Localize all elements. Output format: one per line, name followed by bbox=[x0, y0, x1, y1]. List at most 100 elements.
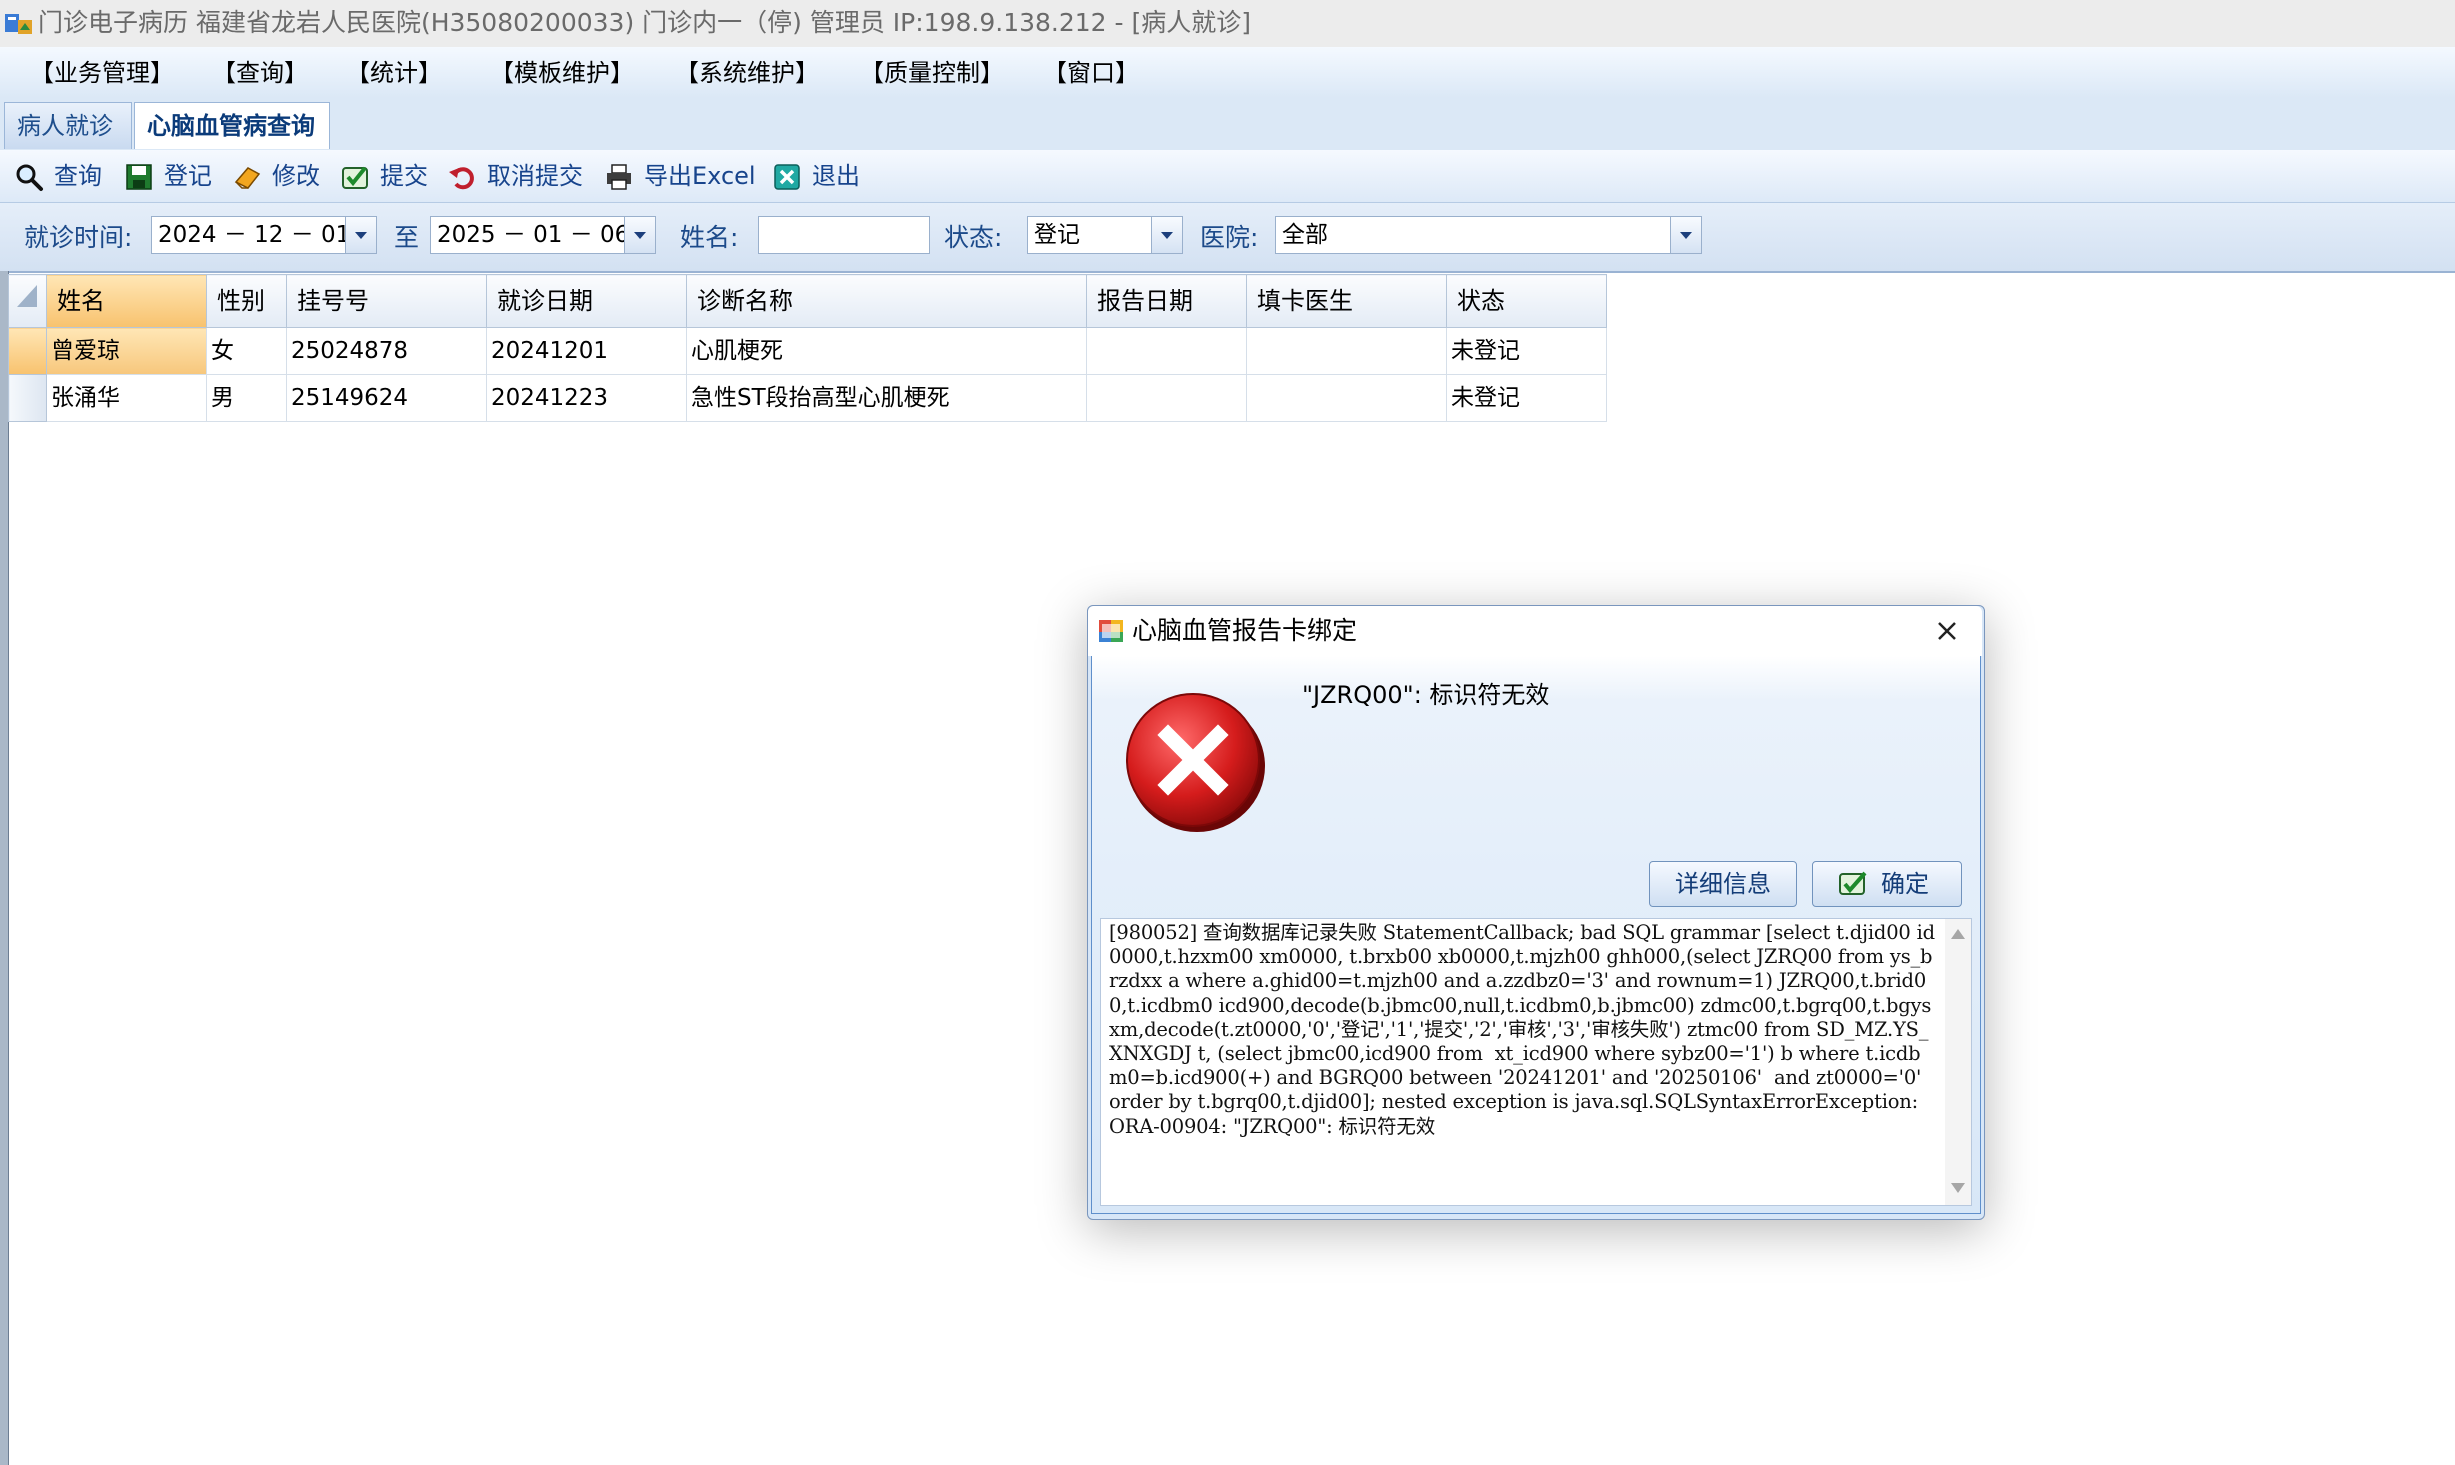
cell-report-date[interactable] bbox=[1086, 374, 1247, 422]
menu-quality[interactable]: 【质量控制】 bbox=[860, 57, 1004, 89]
modify-button[interactable]: 修改 bbox=[232, 156, 332, 196]
date-from-dropdown-icon[interactable] bbox=[345, 217, 376, 253]
col-header-gender[interactable]: 性别 bbox=[206, 274, 287, 328]
magnifier-icon bbox=[16, 164, 43, 191]
exit-label: 退出 bbox=[812, 162, 860, 190]
col-header-reg-no[interactable]: 挂号号 bbox=[286, 274, 487, 328]
date-to-picker[interactable]: 2025 － 01 － 06 bbox=[430, 216, 656, 254]
undo-icon bbox=[449, 167, 474, 190]
col-header-doctor[interactable]: 填卡医生 bbox=[1246, 274, 1447, 328]
cell-doctor[interactable] bbox=[1246, 327, 1447, 375]
menu-system[interactable]: 【系统维护】 bbox=[675, 57, 819, 89]
cell-gender[interactable]: 男 bbox=[206, 374, 287, 422]
date-from-picker[interactable]: 2024 － 12 － 01 bbox=[151, 216, 377, 254]
app-icon bbox=[5, 14, 32, 34]
ok-button[interactable]: 确定 bbox=[1812, 861, 1962, 907]
window-icon bbox=[1099, 620, 1123, 642]
menu-query[interactable]: 【查询】 bbox=[212, 57, 308, 89]
grid-corner[interactable] bbox=[8, 274, 47, 328]
cell-status[interactable]: 未登记 bbox=[1446, 327, 1607, 375]
tab-notch bbox=[330, 102, 350, 149]
name-input[interactable] bbox=[758, 216, 930, 254]
export-excel-button[interactable]: 导出Excel bbox=[604, 156, 764, 196]
result-grid: 姓名 性别 挂号号 就诊日期 诊断名称 报告日期 填卡医生 状态 曾爱琼 女 2… bbox=[8, 274, 1607, 422]
scroll-down-icon[interactable] bbox=[1951, 1183, 1965, 1193]
date-from-value: 2024 － 12 － 01 bbox=[158, 222, 351, 248]
left-edge bbox=[0, 271, 9, 1465]
save-disk-icon bbox=[126, 164, 152, 190]
cell-name[interactable]: 张涌华 bbox=[46, 374, 207, 422]
menu-statistics[interactable]: 【统计】 bbox=[346, 57, 442, 89]
cell-reg-no[interactable]: 25024878 bbox=[286, 327, 487, 375]
col-header-status[interactable]: 状态 bbox=[1446, 274, 1607, 328]
col-header-visit-date[interactable]: 就诊日期 bbox=[486, 274, 687, 328]
cancel-submit-button[interactable]: 取消提交 bbox=[447, 156, 597, 196]
check-icon bbox=[1839, 871, 1867, 895]
cell-doctor[interactable] bbox=[1246, 374, 1447, 422]
row-header[interactable] bbox=[8, 327, 47, 375]
query-button[interactable]: 查询 bbox=[14, 156, 114, 196]
tab-cardio-query[interactable]: 心脑血管病查询 bbox=[134, 102, 330, 149]
scroll-up-icon[interactable] bbox=[1951, 929, 1965, 939]
printer-icon bbox=[607, 164, 631, 190]
submit-label: 提交 bbox=[380, 162, 428, 190]
status-dropdown-icon[interactable] bbox=[1151, 217, 1182, 253]
register-label: 登记 bbox=[164, 162, 212, 190]
eraser-icon bbox=[234, 167, 261, 189]
menu-template[interactable]: 【模板维护】 bbox=[490, 57, 634, 89]
name-label: 姓名: bbox=[680, 223, 739, 252]
filter-bar: 就诊时间: 2024 － 12 － 01 至 2025 － 01 － 06 姓名… bbox=[0, 203, 2455, 273]
col-header-name[interactable]: 姓名 bbox=[46, 274, 207, 328]
col-header-report-date[interactable]: 报告日期 bbox=[1086, 274, 1247, 328]
table-row[interactable]: 张涌华 男 25149624 20241223 急性ST段抬高型心肌梗死 未登记 bbox=[8, 374, 1607, 422]
cell-diagnosis[interactable]: 心肌梗死 bbox=[686, 327, 1087, 375]
cell-visit-date[interactable]: 20241223 bbox=[486, 374, 687, 422]
hospital-dropdown-icon[interactable] bbox=[1670, 217, 1701, 253]
row-header[interactable] bbox=[8, 374, 47, 422]
date-to-dropdown-icon[interactable] bbox=[624, 217, 655, 253]
details-button[interactable]: 详细信息 bbox=[1649, 861, 1797, 907]
menu-business[interactable]: 【业务管理】 bbox=[30, 57, 174, 89]
exit-button[interactable]: 退出 bbox=[772, 156, 872, 196]
col-header-diagnosis[interactable]: 诊断名称 bbox=[686, 274, 1087, 328]
error-dialog: 心脑血管报告卡绑定 "JZRQ00": 标识符无效 详细信息 确定 [98005… bbox=[1087, 605, 1985, 1220]
date-label: 就诊时间: bbox=[24, 223, 133, 252]
status-label: 状态: bbox=[944, 223, 1003, 252]
error-x-icon bbox=[1126, 693, 1265, 832]
grid-header-row: 姓名 性别 挂号号 就诊日期 诊断名称 报告日期 填卡医生 状态 bbox=[8, 274, 1607, 328]
toolbar: 查询 登记 修改 提交 取消提交 导出Excel 退出 bbox=[0, 150, 2455, 203]
error-detail-box[interactable]: [980052] 查询数据库记录失败 StatementCallback; ba… bbox=[1100, 918, 1972, 1206]
cell-gender[interactable]: 女 bbox=[206, 327, 287, 375]
hospital-select[interactable]: 全部 bbox=[1275, 216, 1702, 254]
to-label: 至 bbox=[394, 223, 420, 252]
cell-status[interactable]: 未登记 bbox=[1446, 374, 1607, 422]
close-icon[interactable] bbox=[1930, 614, 1964, 648]
submit-button[interactable]: 提交 bbox=[340, 156, 440, 196]
title-bar: 门诊电子病历 福建省龙岩人民医院(H35080200033) 门诊内一（停) 管… bbox=[0, 0, 2455, 47]
select-all-icon bbox=[17, 285, 37, 307]
date-to-value: 2025 － 01 － 06 bbox=[437, 222, 630, 248]
tab-strip: 病人就诊 心脑血管病查询 bbox=[0, 98, 2455, 152]
hospital-value: 全部 bbox=[1282, 222, 1328, 248]
cell-diagnosis[interactable]: 急性ST段抬高型心肌梗死 bbox=[686, 374, 1087, 422]
dialog-title: 心脑血管报告卡绑定 bbox=[1132, 616, 1358, 645]
menu-bar: 【业务管理】 【查询】 【统计】 【模板维护】 【系统维护】 【质量控制】 【窗… bbox=[0, 47, 2455, 99]
tab-patient-visit[interactable]: 病人就诊 bbox=[4, 102, 132, 149]
register-button[interactable]: 登记 bbox=[124, 156, 224, 196]
export-excel-label: 导出Excel bbox=[644, 162, 756, 190]
window-title: 门诊电子病历 福建省龙岩人民医院(H35080200033) 门诊内一（停) 管… bbox=[38, 8, 1252, 37]
error-message: "JZRQ00": 标识符无效 bbox=[1302, 681, 1550, 709]
cell-visit-date[interactable]: 20241201 bbox=[486, 327, 687, 375]
exit-icon bbox=[774, 164, 800, 190]
dialog-title-bar[interactable]: 心脑血管报告卡绑定 bbox=[1088, 606, 1982, 656]
error-detail-text: [980052] 查询数据库记录失败 StatementCallback; ba… bbox=[1109, 921, 1935, 1138]
detail-scrollbar[interactable] bbox=[1945, 919, 1971, 1205]
check-icon bbox=[342, 166, 368, 189]
table-row[interactable]: 曾爱琼 女 25024878 20241201 心肌梗死 未登记 bbox=[8, 327, 1607, 375]
hospital-label: 医院: bbox=[1200, 223, 1259, 252]
menu-window[interactable]: 【窗口】 bbox=[1043, 57, 1139, 89]
cell-report-date[interactable] bbox=[1086, 327, 1247, 375]
status-select[interactable]: 登记 bbox=[1027, 216, 1183, 254]
cell-name[interactable]: 曾爱琼 bbox=[46, 327, 207, 375]
cell-reg-no[interactable]: 25149624 bbox=[286, 374, 487, 422]
